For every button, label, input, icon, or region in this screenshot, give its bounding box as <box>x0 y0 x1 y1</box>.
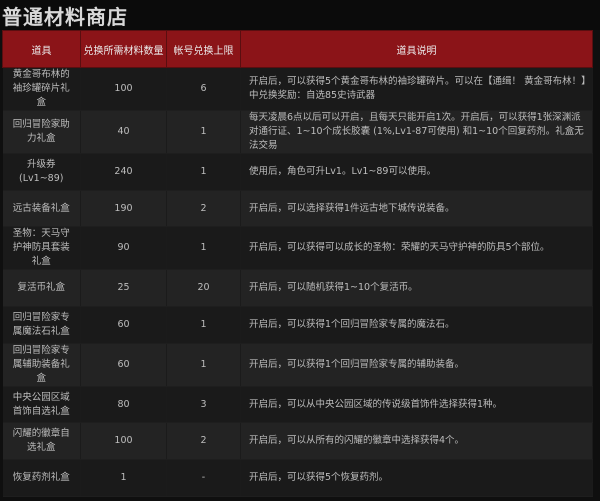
item-description: 开启后，可以获得可以成长的圣物：荣耀的天马守护神的防具5个部位。 <box>240 226 593 271</box>
item-name: 中央公园区域首饰自选礼盒 <box>2 386 81 424</box>
table-row: 闪耀的徽章自选礼盒 100 2 开启后，可以从所有的闪耀的徽章中选择获得4个。 <box>2 422 593 461</box>
item-cost: 240 <box>80 153 167 191</box>
item-cost: 60 <box>80 306 167 344</box>
item-limit: 2 <box>166 190 241 228</box>
header-item: 道具 <box>2 30 81 68</box>
table-row: 远古装备礼盒 190 2 开启后，可以选择获得1件远古地下城传说装备。 <box>2 190 593 228</box>
item-description: 开启后，可以获得1个回归冒险家专属的辅助装备。 <box>240 343 593 387</box>
item-limit: 6 <box>166 67 241 111</box>
table-row: 黄金哥布林的袖珍罐碎片礼盒 100 6 开启后，可以获得5个黄金哥布林的袖珍罐碎… <box>2 67 593 111</box>
item-limit: 1 <box>166 110 241 154</box>
item-cost: 90 <box>80 226 167 271</box>
item-name: 闪耀的徽章自选礼盒 <box>2 422 81 461</box>
header-item-description: 道具说明 <box>240 30 593 68</box>
item-cost: 190 <box>80 190 167 228</box>
item-limit: 1 <box>166 153 241 191</box>
item-description: 每天凌晨6点以后可以开启，且每天只能开启1次。开启后，可以获得1张深渊派对通行证… <box>240 110 593 154</box>
item-description: 开启后，可以选择获得1件远古地下城传说装备。 <box>240 190 593 228</box>
item-description: 开启后，可以获得1个回归冒险家专属的魔法石。 <box>240 306 593 344</box>
item-cost: 25 <box>80 269 167 308</box>
table-row: 中央公园区域首饰自选礼盒 80 3 开启后，可以从中央公园区域的传说级首饰件选择… <box>2 386 593 424</box>
shop-table: 道具 兑换所需材料数量 帐号兑换上限 道具说明 黄金哥布林的袖珍罐碎片礼盒 10… <box>2 30 593 497</box>
item-cost: 100 <box>80 67 167 111</box>
item-cost: 100 <box>80 422 167 461</box>
header-row: 道具 兑换所需材料数量 帐号兑换上限 道具说明 <box>2 30 593 68</box>
item-name: 远古装备礼盒 <box>2 190 81 228</box>
item-limit: 20 <box>166 269 241 308</box>
item-limit: 1 <box>166 343 241 387</box>
table-row: 升级券 (Lv1~89) 240 1 使用后，角色可升Lv1。Lv1~89可以使… <box>2 153 593 191</box>
item-name: 圣物：天马守护神防具套装礼盒 <box>2 226 81 271</box>
table-body: 黄金哥布林的袖珍罐碎片礼盒 100 6 开启后，可以获得5个黄金哥布林的袖珍罐碎… <box>2 67 593 497</box>
item-name: 升级券 (Lv1~89) <box>2 153 81 191</box>
header-account-limit: 帐号兑换上限 <box>166 30 241 68</box>
item-limit: 3 <box>166 386 241 424</box>
item-description: 开启后，可以获得5个黄金哥布林的袖珍罐碎片。可以在【通缉！ 黄金哥布林！】中兑换… <box>240 67 593 111</box>
title-bar: 普通材料商店 <box>0 0 600 30</box>
item-description: 开启后，可以获得5个恢复药剂。 <box>240 459 593 497</box>
item-name: 回归冒险家专属魔法石礼盒 <box>2 306 81 344</box>
item-limit: - <box>166 459 241 497</box>
item-cost: 80 <box>80 386 167 424</box>
item-name: 复活币礼盒 <box>2 269 81 308</box>
item-cost: 60 <box>80 343 167 387</box>
page-title: 普通材料商店 <box>2 4 128 29</box>
item-name: 回归冒险家助力礼盒 <box>2 110 81 154</box>
item-description: 使用后，角色可升Lv1。Lv1~89可以使用。 <box>240 153 593 191</box>
item-name: 回归冒险家专属辅助装备礼盒 <box>2 343 81 387</box>
item-cost: 40 <box>80 110 167 154</box>
item-limit: 1 <box>166 306 241 344</box>
table-row: 恢复药剂礼盒 1 - 开启后，可以获得5个恢复药剂。 <box>2 459 593 497</box>
item-limit: 2 <box>166 422 241 461</box>
table-row: 复活币礼盒 25 20 开启后，可以随机获得1~10个复活币。 <box>2 269 593 308</box>
table-row: 圣物：天马守护神防具套装礼盒 90 1 开启后，可以获得可以成长的圣物：荣耀的天… <box>2 226 593 271</box>
item-limit: 1 <box>166 226 241 271</box>
item-name: 恢复药剂礼盒 <box>2 459 81 497</box>
table-row: 回归冒险家专属魔法石礼盒 60 1 开启后，可以获得1个回归冒险家专属的魔法石。 <box>2 306 593 344</box>
item-description: 开启后，可以从中央公园区域的传说级首饰件选择获得1种。 <box>240 386 593 424</box>
item-name: 黄金哥布林的袖珍罐碎片礼盒 <box>2 67 81 111</box>
table-row: 回归冒险家助力礼盒 40 1 每天凌晨6点以后可以开启，且每天只能开启1次。开启… <box>2 110 593 154</box>
table-header: 道具 兑换所需材料数量 帐号兑换上限 道具说明 <box>2 30 593 68</box>
table-row: 回归冒险家专属辅助装备礼盒 60 1 开启后，可以获得1个回归冒险家专属的辅助装… <box>2 343 593 387</box>
item-description: 开启后，可以随机获得1~10个复活币。 <box>240 269 593 308</box>
item-cost: 1 <box>80 459 167 497</box>
item-description: 开启后，可以从所有的闪耀的徽章中选择获得4个。 <box>240 422 593 461</box>
header-material-cost: 兑换所需材料数量 <box>80 30 167 68</box>
